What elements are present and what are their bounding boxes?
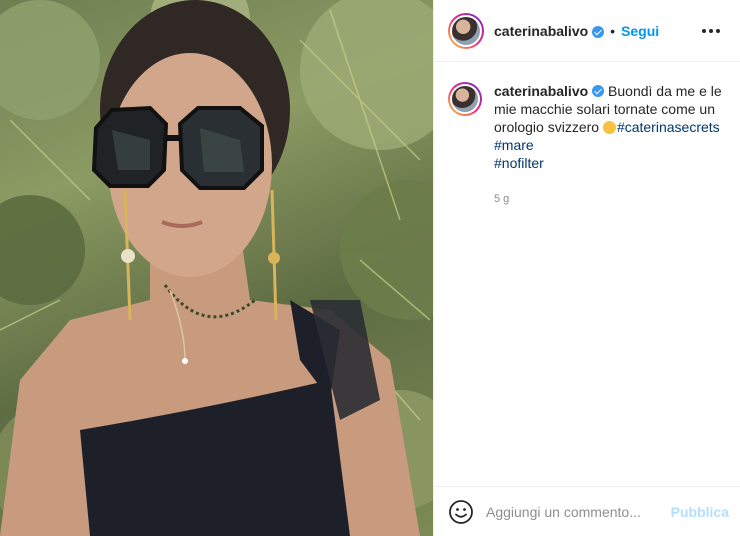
- header-username[interactable]: caterinabalivo: [494, 23, 588, 39]
- instagram-post: caterinabalivo • Segui caterinabalivo Bu…: [0, 0, 740, 536]
- publish-button[interactable]: Pubblica: [671, 504, 729, 520]
- caption-username[interactable]: caterinabalivo: [494, 83, 588, 99]
- more-options-icon[interactable]: [698, 25, 724, 37]
- post-timestamp[interactable]: 5 g: [494, 190, 724, 208]
- selfie-illustration: [0, 0, 433, 536]
- verified-badge-icon: [592, 85, 605, 97]
- caption-body: caterinabalivo Buondì da me e le mie mac…: [494, 82, 724, 208]
- hashtag-link[interactable]: #mare: [494, 137, 534, 153]
- smiling-face-emoji-icon: [602, 121, 616, 134]
- smiley-face-icon[interactable]: [448, 499, 474, 525]
- comment-bar: Pubblica: [434, 486, 740, 536]
- hashtag-link[interactable]: #nofilter: [494, 155, 544, 171]
- follow-button[interactable]: Segui: [621, 23, 659, 39]
- separator: •: [610, 22, 616, 39]
- caption: caterinabalivo Buondì da me e le mie mac…: [434, 62, 740, 208]
- verified-badge-icon: [592, 25, 605, 38]
- post-photo[interactable]: [0, 0, 433, 536]
- post-side-panel: caterinabalivo • Segui caterinabalivo Bu…: [433, 0, 740, 536]
- caption-avatar[interactable]: [448, 82, 482, 116]
- comment-input[interactable]: [486, 503, 671, 520]
- post-header: caterinabalivo • Segui: [434, 0, 740, 62]
- avatar-image: [450, 84, 480, 114]
- avatar-image: [450, 14, 482, 47]
- avatar[interactable]: [448, 12, 484, 49]
- hashtag-link[interactable]: #caterinasecrets: [617, 119, 720, 135]
